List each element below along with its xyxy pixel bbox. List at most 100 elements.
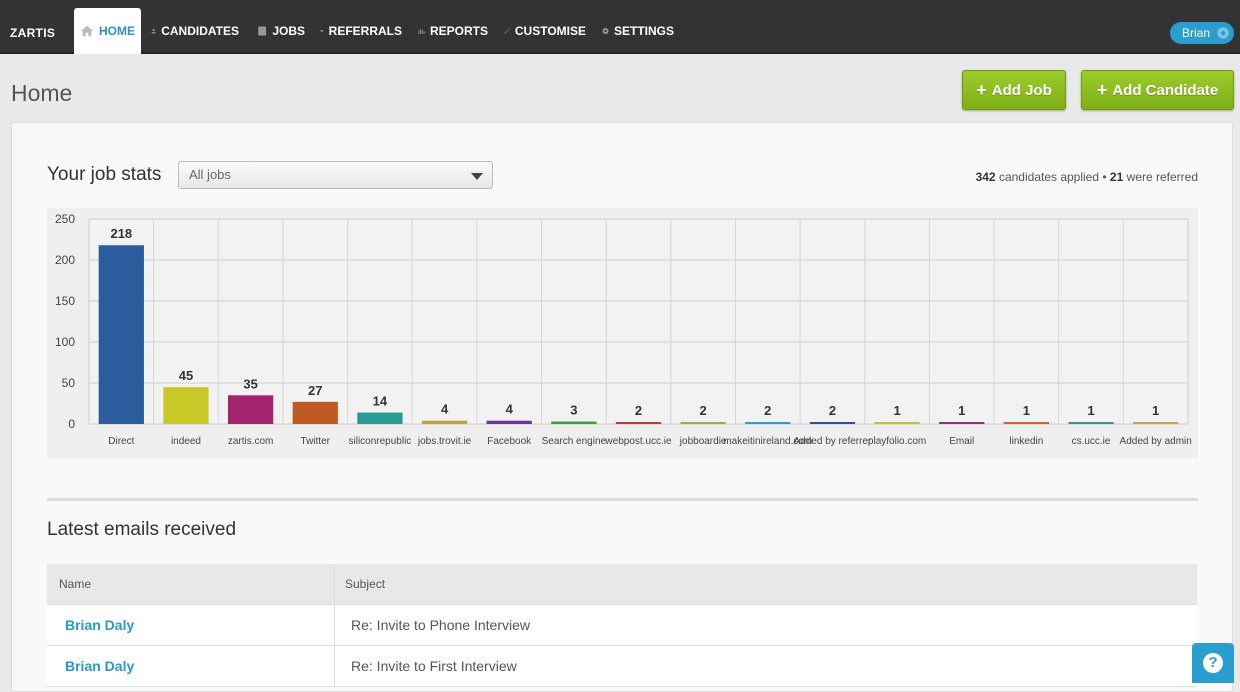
column-header-subject: Subject	[345, 577, 386, 591]
email-subject: Re: Invite to Phone Interview	[351, 617, 530, 633]
x-tick-label: Added by referrer	[794, 436, 872, 447]
x-tick-label: cs.ucc.ie	[1072, 436, 1111, 447]
referred-label: were referred	[1126, 170, 1198, 184]
data-label: 1	[958, 403, 965, 418]
x-tick-label: indeed	[171, 436, 201, 447]
brush-icon	[504, 28, 510, 34]
sender-name-link[interactable]: Brian Daly	[59, 658, 134, 674]
data-label: 45	[179, 368, 193, 383]
x-tick-label: Search engine	[542, 436, 607, 447]
add-candidate-button[interactable]: + Add Candidate	[1081, 70, 1234, 110]
person-icon	[151, 28, 156, 34]
nav-reports[interactable]: REPORTS	[412, 8, 494, 54]
data-label: 218	[110, 226, 132, 241]
brand-logo[interactable]: ZARTIS	[10, 26, 55, 40]
chart-bar	[1133, 422, 1179, 424]
chart-bar	[874, 422, 920, 424]
nav-label: HOME	[99, 24, 135, 38]
user-menu[interactable]: Brian	[1170, 22, 1234, 44]
data-label: 2	[764, 403, 771, 418]
chart-bar	[98, 245, 144, 424]
job-filter-select[interactable]: All jobs	[178, 161, 493, 189]
chart-bar	[421, 420, 468, 424]
add-candidate-label: Add Candidate	[1112, 81, 1219, 99]
data-label: 27	[308, 383, 322, 398]
table-row[interactable]: Brian Daly Re: Invite to First Interview	[47, 646, 1197, 687]
stats-summary: 342 candidates applied • 21 were referre…	[976, 170, 1198, 184]
gear-icon	[602, 27, 609, 35]
chart-bar	[357, 412, 403, 424]
nav-label: CANDIDATES	[161, 24, 239, 38]
data-label: 4	[441, 402, 449, 417]
nav-settings[interactable]: SETTINGS	[596, 8, 680, 54]
user-name: Brian	[1182, 26, 1211, 40]
nav-label: REFERRALS	[328, 24, 402, 38]
page-title: Home	[11, 80, 73, 106]
x-tick-label: webpost.ucc.ie	[604, 436, 672, 447]
bar-chart-icon	[418, 28, 425, 35]
home-icon	[80, 25, 94, 37]
section-divider	[47, 498, 1198, 501]
x-tick-label: siliconrepublic	[349, 436, 412, 447]
job-filter-value: All jobs	[189, 167, 231, 182]
x-tick-label: jobboardie	[679, 436, 727, 447]
chart-bar	[680, 422, 726, 424]
plot-area	[88, 218, 1189, 425]
chart-bar	[745, 422, 791, 424]
emails-table: Name Subject Brian Daly Re: Invite to Ph…	[47, 564, 1197, 687]
data-label: 35	[243, 376, 257, 391]
nav-candidates[interactable]: CANDIDATES	[145, 8, 245, 54]
document-icon	[258, 26, 267, 36]
top-navigation-bar: ZARTIS HOME CANDIDATES JOBS REFERRALS RE…	[0, 0, 1240, 54]
x-tick-label: Direct	[108, 436, 134, 447]
y-tick-label: 250	[55, 212, 75, 226]
add-job-button[interactable]: + Add Job	[962, 70, 1066, 110]
nav-customise[interactable]: CUSTOMISE	[498, 8, 592, 54]
chevron-down-icon	[471, 173, 483, 180]
sender-name-link[interactable]: Brian Daly	[59, 617, 134, 633]
nav-label: REPORTS	[429, 24, 488, 38]
nav-home[interactable]: HOME	[74, 8, 141, 54]
chart-bar	[551, 421, 597, 424]
add-job-label: Add Job	[991, 81, 1052, 99]
data-label: 4	[506, 402, 514, 417]
x-tick-label: Facebook	[487, 436, 532, 447]
data-label: 3	[570, 403, 577, 418]
chart-bar	[939, 422, 985, 424]
y-tick-label: 100	[55, 335, 75, 349]
chart-bar	[1003, 422, 1050, 424]
candidates-count: 342	[975, 170, 996, 184]
gear-icon	[1217, 27, 1229, 39]
data-label: 2	[829, 403, 836, 418]
x-tick-label: Added by admin	[1120, 436, 1192, 447]
plus-icon: +	[1096, 79, 1108, 100]
nav-label: CUSTOMISE	[514, 24, 586, 38]
chart-bar	[292, 401, 338, 424]
nav-label: JOBS	[272, 24, 305, 38]
table-header-row: Name Subject	[47, 564, 1197, 605]
data-label: 1	[1087, 403, 1094, 418]
data-label: 2	[635, 403, 642, 418]
x-tick-label: Email	[949, 436, 974, 447]
chart-bar	[615, 422, 662, 424]
nav-jobs[interactable]: JOBS	[251, 8, 311, 54]
help-button[interactable]: ?	[1192, 643, 1234, 683]
nav-referrals[interactable]: REFERRALS	[314, 8, 408, 54]
data-label: 1	[1152, 403, 1159, 418]
emails-title: Latest emails received	[47, 519, 237, 540]
help-icon: ?	[1203, 653, 1223, 673]
nav-label: SETTINGS	[613, 24, 674, 38]
x-tick-label: playfolio.com	[868, 436, 926, 447]
bar-chart-svg: 0 50 100 150 200 250 218 Direct 45 indeed 35 zartis…	[55, 212, 1192, 447]
x-tick-label: zartis.com	[228, 436, 274, 447]
column-header-name: Name	[47, 564, 335, 604]
x-tick-label: Twitter	[301, 436, 331, 447]
job-stats-chart: 0 50 100 150 200 250 218 Direct 45 indeed 35 zartis…	[47, 208, 1198, 458]
table-row[interactable]: Brian Daly Re: Invite to Phone Interview	[47, 605, 1197, 646]
data-label: 1	[1023, 403, 1030, 418]
plus-icon: +	[976, 79, 987, 100]
y-tick-label: 200	[55, 253, 75, 267]
referred-count: 21	[1109, 170, 1124, 184]
x-tick-label: linkedin	[1009, 436, 1043, 447]
email-subject: Re: Invite to First Interview	[351, 658, 517, 674]
